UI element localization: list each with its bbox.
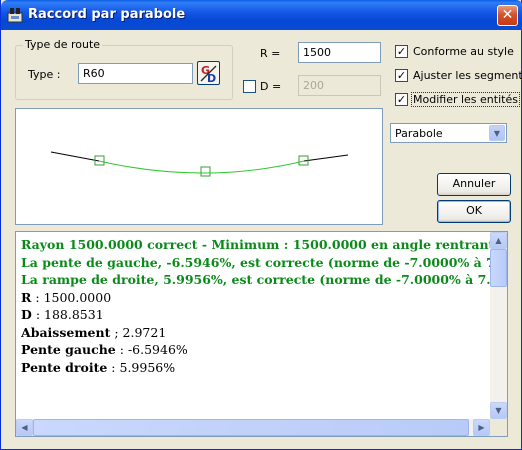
result-value-line: Abaissement ; 2.9721 <box>21 324 167 340</box>
value-label: Pente gauche <box>21 342 116 357</box>
mode-select[interactable]: Parabole ▼ <box>390 123 507 143</box>
result-line: La pente de gauche, -6.5946%, est correc… <box>21 254 491 270</box>
close-icon: ✕ <box>501 7 514 23</box>
profile-curve <box>50 151 349 177</box>
value-number: 1500.0000 <box>43 289 112 305</box>
chevron-down-icon[interactable]: ▼ <box>489 125 505 141</box>
result-textarea[interactable]: Rayon 1500.0000 correct - Minimum : 1500… <box>15 231 508 437</box>
close-button[interactable]: ✕ <box>497 5 518 26</box>
result-line: La rampe de droite, 5.9956%, est correct… <box>21 272 491 287</box>
conforme-checkbox[interactable]: ✓ <box>395 45 408 58</box>
profile-preview <box>15 108 383 225</box>
modifier-checkbox[interactable]: ✓ <box>395 93 408 106</box>
result-value-line: D : 188.8531 <box>21 307 104 322</box>
ajuster-label: Ajuster les segments <box>413 69 522 82</box>
gd-calc-icon: G D <box>200 64 217 85</box>
value-label: Abaissement <box>21 324 111 340</box>
scroll-right-icon[interactable]: ▶ <box>473 419 490 436</box>
modifier-label: Modifier les entités <box>411 92 520 107</box>
window-title: Raccord par parabole <box>28 7 186 22</box>
result-value-line: Pente droite : 5.9956% <box>21 359 176 375</box>
result-value-line: R : 1500.0000 <box>21 289 112 305</box>
mode-select-value: Parabole <box>395 127 443 140</box>
value-number: 188.8531 <box>44 307 104 322</box>
cancel-button[interactable]: Annuler <box>437 173 511 196</box>
value-number: 5.9956% <box>119 359 176 375</box>
horizontal-scroll-thumb[interactable] <box>33 419 469 436</box>
scroll-corner <box>490 419 507 436</box>
value-number: -6.5946% <box>127 342 188 357</box>
value-label: R <box>21 289 32 305</box>
result-value-line: Pente gauche : -6.5946% <box>21 342 188 357</box>
d-input[interactable]: 200 <box>298 75 381 96</box>
horizontal-scrollbar[interactable]: ◀ ▶ <box>16 419 490 436</box>
d-checkbox[interactable] <box>243 80 256 93</box>
vertical-scrollbar[interactable]: ▲ ▼ <box>490 232 507 419</box>
d-label: D = <box>260 80 282 93</box>
vertical-scroll-thumb[interactable] <box>490 249 507 287</box>
value-number: 2.9721 <box>122 324 167 340</box>
scroll-left-icon[interactable]: ◀ <box>16 419 33 436</box>
value-label: D <box>21 307 32 322</box>
app-icon <box>7 7 23 23</box>
title-bar[interactable]: Raccord par parabole ✕ <box>1 0 522 30</box>
svg-text:D: D <box>207 72 216 84</box>
ok-button[interactable]: OK <box>437 200 511 223</box>
dialog-window: Raccord par parabole ✕ Type de route Typ… <box>0 0 522 450</box>
type-input[interactable]: R60 <box>78 63 193 84</box>
result-text: Rayon 1500.0000 correct - Minimum : 1500… <box>21 236 491 376</box>
result-line: Rayon 1500.0000 correct - Minimum : 1500… <box>21 237 491 252</box>
r-input[interactable]: 1500 <box>298 42 381 63</box>
gd-button[interactable]: G D <box>197 61 220 85</box>
ajuster-checkbox[interactable]: ✓ <box>395 69 408 82</box>
r-label: R = <box>260 47 281 60</box>
apex-handle[interactable] <box>200 166 211 177</box>
scroll-up-icon[interactable]: ▲ <box>490 232 507 249</box>
scroll-down-icon[interactable]: ▼ <box>490 402 507 419</box>
type-label: Type : <box>28 68 61 81</box>
route-type-group-label: Type de route <box>23 38 103 51</box>
conforme-label: Conforme au style <box>413 45 514 58</box>
value-label: Pente droite <box>21 359 108 375</box>
